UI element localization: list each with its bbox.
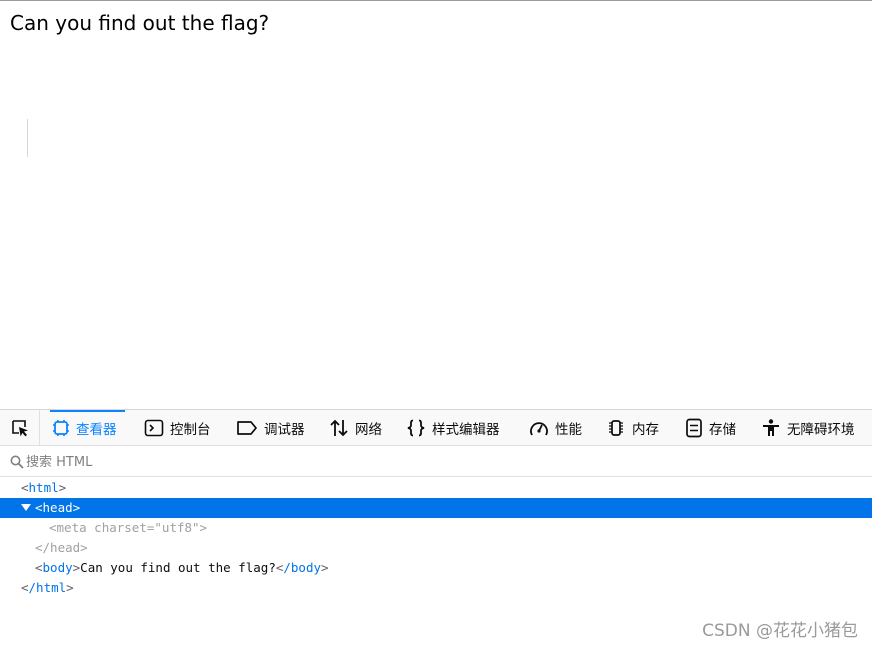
tree-indent-guide: [27, 119, 28, 157]
style-editor-icon: [407, 419, 425, 437]
body-tag: body: [42, 560, 73, 575]
expand-triangle-icon[interactable]: [21, 504, 31, 511]
tab-debugger-label: 调试器: [264, 422, 305, 438]
body-close-tag: /body: [283, 560, 322, 575]
memory-icon: [609, 420, 623, 436]
devtools-panel: 查看器 控制台 调试器 网络 样式编辑器 性能 内存 存储 无障碍环境 搜索 H…: [0, 409, 872, 649]
head-tag: head: [42, 500, 73, 515]
html-close-tag: /html: [28, 580, 67, 595]
tab-storage-label: 存储: [709, 422, 736, 438]
tab-inspector[interactable]: 查看器: [50, 410, 124, 446]
window-top-border: [0, 0, 872, 1]
search-bar: [0, 447, 872, 477]
devtools-toolbar: 查看器 控制台 调试器 网络 样式编辑器 性能 内存 存储 无障碍环境: [0, 410, 872, 446]
meta-tag: meta: [56, 520, 87, 535]
tab-network[interactable]: 网络: [329, 410, 382, 446]
tree-node-head-close[interactable]: </head>: [0, 538, 872, 558]
page-body-text: Can you find out the flag?: [10, 11, 270, 35]
head-close-tag: /head: [42, 540, 81, 555]
meta-attr-value: "utf8": [154, 520, 200, 535]
tab-inspector-label: 查看器: [76, 422, 117, 438]
tab-performance-label: 性能: [555, 422, 582, 438]
tree-node-html[interactable]: <html>: [0, 478, 872, 498]
storage-icon: [686, 418, 702, 438]
element-picker-icon: [11, 420, 28, 437]
tree-node-meta[interactable]: <meta charset="utf8">: [0, 518, 872, 538]
meta-attr-name: charset: [94, 520, 147, 535]
network-icon: [330, 419, 348, 437]
tab-style-editor[interactable]: 样式编辑器: [406, 410, 500, 446]
search-icon: [10, 455, 24, 469]
tree-node-head[interactable]: <head>: [0, 498, 872, 518]
debugger-icon: [237, 421, 257, 435]
tree-node-html-close[interactable]: </html>: [0, 578, 872, 598]
watermark: CSDN @花花小猪包: [702, 621, 858, 641]
performance-icon: [530, 422, 548, 436]
tab-accessibility[interactable]: 无障碍环境: [761, 410, 855, 446]
element-picker-button[interactable]: [0, 410, 40, 446]
console-icon: [144, 419, 164, 437]
tab-accessibility-label: 无障碍环境: [787, 422, 855, 438]
body-text-node: Can you find out the flag?: [80, 560, 276, 575]
tab-storage[interactable]: 存储: [685, 410, 736, 446]
tab-memory[interactable]: 内存: [606, 410, 659, 446]
search-html-input[interactable]: [26, 452, 846, 472]
tab-console[interactable]: 控制台: [144, 410, 211, 446]
tab-performance[interactable]: 性能: [529, 410, 582, 446]
inspector-icon: [53, 420, 69, 436]
accessibility-icon: [763, 419, 779, 436]
tab-debugger[interactable]: 调试器: [236, 410, 305, 446]
tab-memory-label: 内存: [632, 422, 659, 438]
tab-style-editor-label: 样式编辑器: [432, 422, 500, 438]
tab-network-label: 网络: [355, 422, 382, 438]
html-open-tag: html: [28, 480, 59, 495]
tab-console-label: 控制台: [170, 422, 211, 438]
tree-node-body[interactable]: <body>Can you find out the flag?</body>: [0, 558, 872, 578]
